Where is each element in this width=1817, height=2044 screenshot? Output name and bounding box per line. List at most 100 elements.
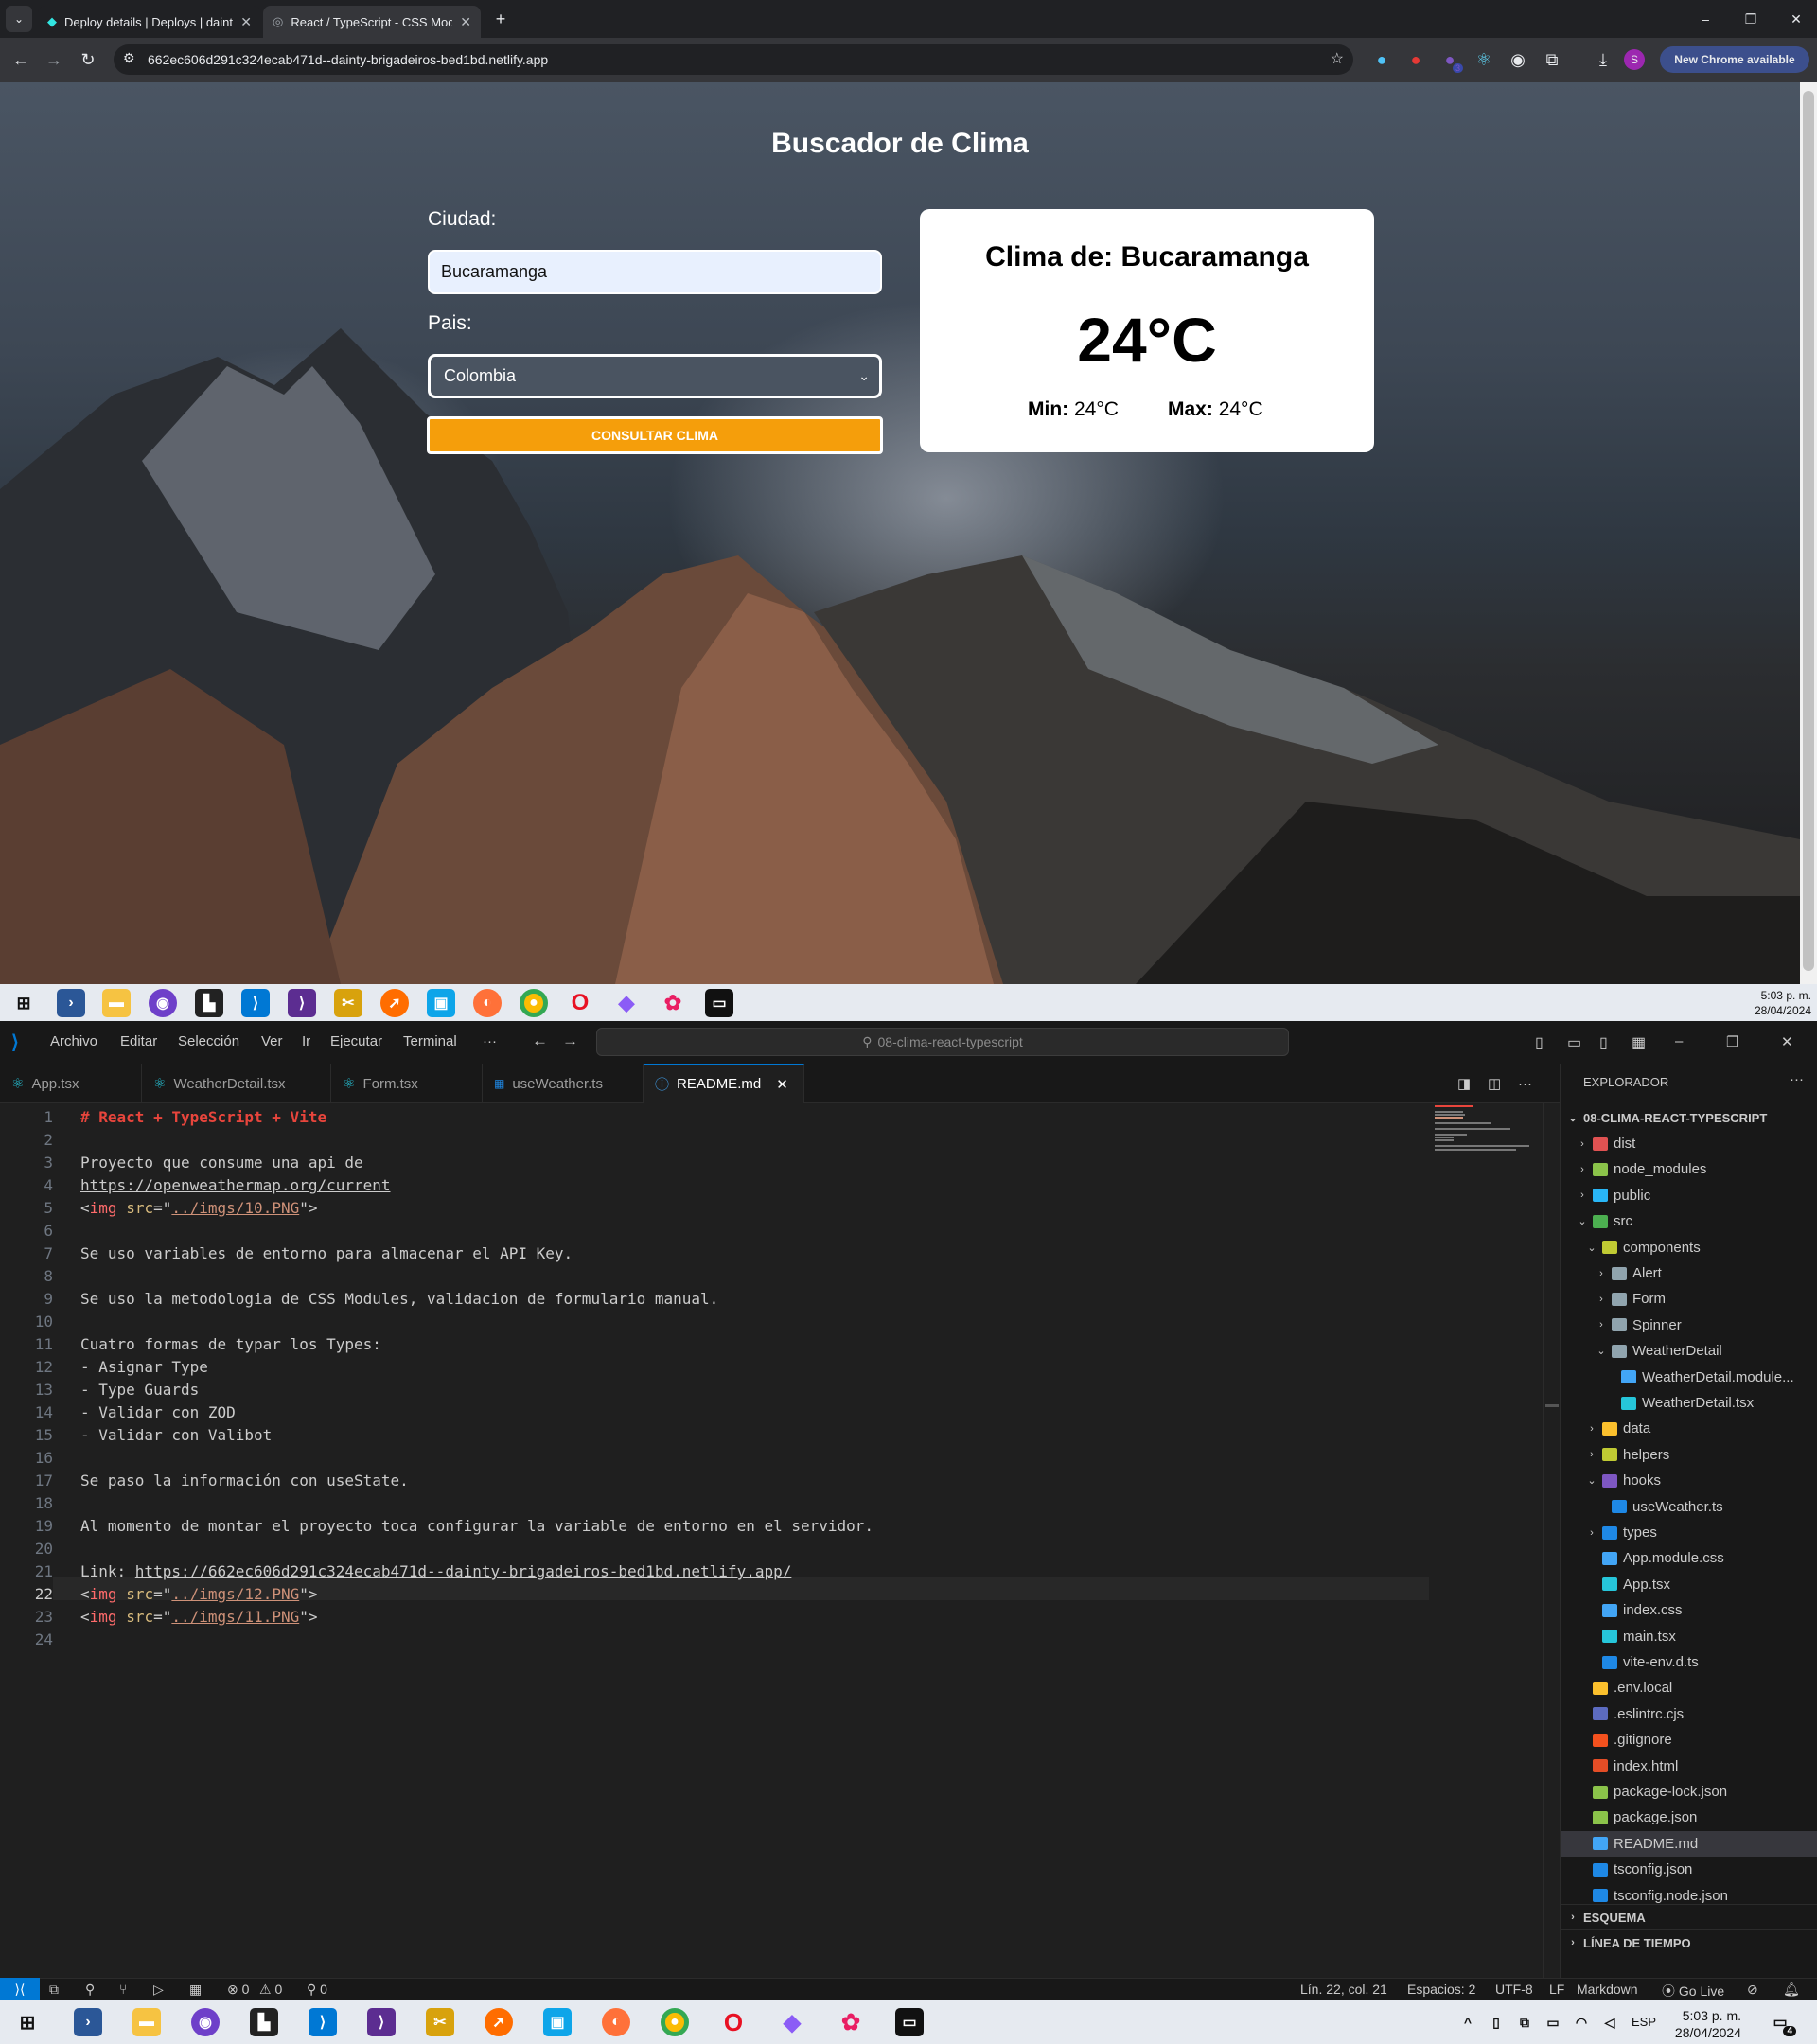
code-line[interactable]: # React + TypeScript + Vite bbox=[80, 1108, 326, 1126]
menu-ejecutar[interactable]: Ejecutar bbox=[330, 1033, 382, 1049]
menu-archivo[interactable]: Archivo bbox=[50, 1033, 97, 1049]
powershell-icon[interactable]: › bbox=[57, 989, 85, 1017]
new-chrome-available-button[interactable]: New Chrome available bbox=[1660, 46, 1809, 73]
opera-icon[interactable]: O bbox=[719, 2008, 748, 2036]
command-center-search[interactable]: ⚲ 08-clima-react-typescript bbox=[596, 1028, 1289, 1056]
code-token[interactable]: https://openweathermap.org/current bbox=[80, 1176, 391, 1194]
tree-item[interactable]: WeatherDetail.tsx bbox=[1561, 1390, 1817, 1416]
extensions-puzzle-icon[interactable]: ⧉ bbox=[1539, 46, 1565, 73]
extension-icon[interactable]: ◉ bbox=[1505, 46, 1531, 73]
tree-item[interactable]: index.html bbox=[1561, 1753, 1817, 1779]
code-token[interactable]: ../imgs/11.PNG bbox=[171, 1608, 299, 1626]
copilot-icon[interactable]: ⊘ bbox=[1747, 1982, 1758, 1998]
firefox-icon[interactable]: ◐ bbox=[473, 989, 502, 1017]
end-of-line[interactable]: LF bbox=[1549, 1982, 1564, 1997]
problems-errors[interactable]: ⊗ 0 bbox=[227, 1982, 249, 1998]
tree-item[interactable]: package.json bbox=[1561, 1805, 1817, 1830]
tree-item[interactable]: App.tsx bbox=[1561, 1572, 1817, 1597]
code-line[interactable]: - Validar con Valibot bbox=[80, 1426, 272, 1444]
code-line[interactable]: https://openweathermap.org/current bbox=[80, 1176, 391, 1194]
toggle-panel-icon[interactable]: ▭ bbox=[1567, 1033, 1581, 1052]
postman-icon[interactable]: ➚ bbox=[485, 2008, 513, 2036]
tree-item[interactable]: .eslintrc.cjs bbox=[1561, 1701, 1817, 1727]
close-tab-icon[interactable]: ✕ bbox=[776, 1076, 788, 1093]
tree-item[interactable]: ⌄ components bbox=[1561, 1235, 1817, 1260]
tree-item[interactable]: ⌄ src bbox=[1561, 1208, 1817, 1234]
browser-tab-react[interactable]: ◎ React / TypeScript - CSS Modules ✕ bbox=[263, 6, 481, 38]
tree-item[interactable]: › Form bbox=[1561, 1286, 1817, 1312]
cursor-position[interactable]: Lín. 22, col. 21 bbox=[1300, 1982, 1387, 1997]
taskbar-clock[interactable]: 5:03 p. m. 28/04/2024 bbox=[1755, 988, 1811, 1018]
nav-forward-icon[interactable]: → bbox=[562, 1031, 578, 1050]
code-line[interactable]: Proyecto que consume una api de bbox=[80, 1154, 363, 1172]
snipping-tool-icon[interactable]: ✂ bbox=[334, 989, 362, 1017]
battery-icon[interactable]: ▭ bbox=[1539, 2008, 1567, 2036]
open-preview-icon[interactable]: ◨ bbox=[1457, 1064, 1471, 1103]
tray-chevron-up-icon[interactable]: ^ bbox=[1454, 2008, 1482, 2036]
page-scrollbar-thumb[interactable] bbox=[1803, 91, 1814, 971]
postman-icon[interactable]: ➚ bbox=[380, 989, 409, 1017]
restore-button[interactable]: ❐ bbox=[1738, 6, 1764, 32]
tree-item[interactable]: ⌄ hooks bbox=[1561, 1468, 1817, 1493]
toggle-secondary-sidebar-icon[interactable]: ▯ bbox=[1599, 1033, 1608, 1052]
remote-indicator-icon[interactable]: ⟩⟨ bbox=[0, 1978, 40, 2000]
minimap[interactable] bbox=[1435, 1105, 1539, 1153]
tree-item[interactable]: package-lock.json bbox=[1561, 1779, 1817, 1805]
visual-studio-icon[interactable]: ⟩ bbox=[367, 2008, 396, 2036]
code-editor[interactable] bbox=[0, 1103, 1543, 1978]
react-devtools-icon[interactable]: ⚛ bbox=[1471, 46, 1497, 73]
ports-indicator[interactable]: ⚲ 0 bbox=[307, 1982, 327, 1998]
chrome-icon[interactable]: ● bbox=[661, 2008, 689, 2036]
split-editor-icon[interactable]: ◫ bbox=[1488, 1064, 1501, 1103]
problems-warnings[interactable]: ⚠ 0 bbox=[259, 1982, 282, 1998]
jetbrains-icon[interactable]: ▙ bbox=[195, 989, 223, 1017]
tab-useweather-ts[interactable]: ▦ useWeather.ts bbox=[483, 1064, 644, 1103]
code-line[interactable]: Se uso variables de entorno para almacen… bbox=[80, 1244, 573, 1262]
obsidian-icon[interactable]: ◆ bbox=[612, 989, 641, 1017]
tree-item[interactable]: › Spinner bbox=[1561, 1313, 1817, 1338]
vscode-icon[interactable]: ⟩ bbox=[309, 2008, 337, 2036]
forward-icon[interactable]: → bbox=[41, 46, 67, 73]
firefox-icon[interactable]: ◐ bbox=[602, 2008, 630, 2036]
app-icon[interactable]: ▣ bbox=[543, 2008, 572, 2036]
code-line[interactable]: Link: https://662ec606d291c324ecab471d--… bbox=[80, 1562, 791, 1580]
language-mode[interactable]: Markdown bbox=[1577, 1982, 1638, 1997]
tree-item[interactable]: vite-env.d.ts bbox=[1561, 1649, 1817, 1675]
section-esquema[interactable]: › ESQUEMA bbox=[1561, 1904, 1817, 1929]
tree-item[interactable]: › public bbox=[1561, 1183, 1817, 1208]
code-line[interactable]: Al momento de montar el proyecto toca co… bbox=[80, 1517, 873, 1535]
explorer-more-icon[interactable]: ··· bbox=[1790, 1071, 1804, 1087]
bookmark-star-icon[interactable]: ☆ bbox=[1331, 49, 1344, 68]
status-icon[interactable]: ⧉ bbox=[49, 1982, 59, 1998]
close-window-button[interactable]: ✕ bbox=[1783, 6, 1809, 32]
code-line[interactable]: - Asignar Type bbox=[80, 1358, 208, 1376]
customize-layout-icon[interactable]: ▦ bbox=[1632, 1033, 1646, 1052]
volume-icon[interactable]: ◁ bbox=[1596, 2008, 1624, 2036]
run-debug-icon[interactable]: ▷ bbox=[153, 1982, 164, 1998]
app-icon[interactable]: ✿ bbox=[837, 2008, 865, 2036]
tree-item[interactable]: main.tsx bbox=[1561, 1624, 1817, 1649]
vscode-icon[interactable]: ⟩ bbox=[241, 989, 270, 1017]
tree-item[interactable]: › dist bbox=[1561, 1131, 1817, 1156]
site-info-icon[interactable]: ⚙ bbox=[123, 50, 135, 66]
restore-button[interactable]: ❐ bbox=[1726, 1033, 1738, 1050]
code-line[interactable]: - Validar con ZOD bbox=[80, 1403, 236, 1421]
country-select[interactable]: Colombia ⌄ bbox=[428, 354, 882, 398]
notification-center-icon[interactable]: ▭ 4 bbox=[1766, 2008, 1796, 2036]
address-bar[interactable]: ⚙ 662ec606d291c324ecab471d--dainty-briga… bbox=[114, 44, 1353, 75]
opera-icon[interactable]: O bbox=[566, 989, 594, 1017]
jetbrains-icon[interactable]: ▙ bbox=[250, 2008, 278, 2036]
tree-item[interactable]: ⌄ WeatherDetail bbox=[1561, 1338, 1817, 1364]
powershell-icon[interactable]: › bbox=[74, 2008, 102, 2036]
code-line[interactable]: Cuatro formas de typar los Types: bbox=[80, 1335, 381, 1353]
language-indicator[interactable]: ESP bbox=[1632, 2015, 1656, 2029]
tree-item[interactable]: › data bbox=[1561, 1416, 1817, 1441]
wifi-icon[interactable]: ◠ bbox=[1567, 2008, 1596, 2036]
download-icon[interactable]: ⤓ bbox=[1590, 46, 1616, 73]
tree-item[interactable]: App.module.css bbox=[1561, 1545, 1817, 1571]
tree-item[interactable]: index.css bbox=[1561, 1597, 1817, 1623]
menu-terminal[interactable]: Terminal bbox=[403, 1033, 457, 1049]
tree-item[interactable]: › helpers bbox=[1561, 1442, 1817, 1468]
extension-icon[interactable]: ● bbox=[1402, 46, 1429, 73]
taskbar-clock[interactable]: 5:03 p. m. 28/04/2024 bbox=[1675, 2007, 1741, 2041]
